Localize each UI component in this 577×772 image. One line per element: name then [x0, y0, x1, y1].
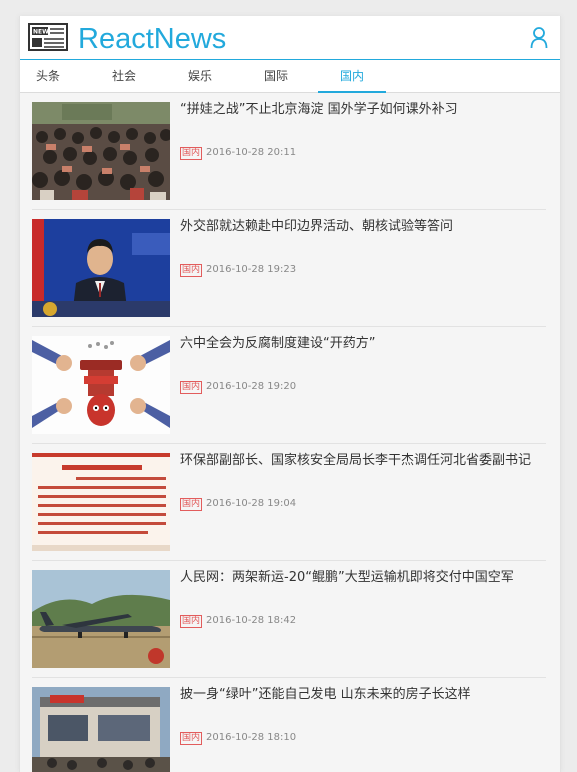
news-title[interactable]: 人民网：两架新运-20“鲲鹏”大型运输机即将交付中国空军 — [180, 569, 546, 586]
user-icon[interactable] — [530, 27, 548, 49]
news-title[interactable]: 披一身“绿叶”还能自己发电 山东未来的房子长这样 — [180, 686, 546, 703]
news-meta: 国内 2016-10-28 18:42 — [180, 615, 296, 628]
news-time: 2016-10-28 19:04 — [206, 498, 297, 509]
tab-domestic[interactable]: 国内 — [318, 60, 386, 93]
news-title[interactable]: 外交部就达赖赴中印边界活动、朝核试验等答问 — [180, 218, 546, 235]
news-thumbnail — [32, 219, 170, 317]
news-meta: 国内 2016-10-28 19:20 — [180, 381, 296, 394]
tab-international[interactable]: 国际 — [258, 60, 294, 92]
category-tabs: 头条 社会 娱乐 国际 国内 — [20, 60, 560, 93]
news-meta: 国内 2016-10-28 19:23 — [180, 264, 296, 277]
news-time: 2016-10-28 18:42 — [206, 615, 297, 626]
news-thumbnail — [32, 336, 170, 434]
news-meta: 国内 2016-10-28 20:11 — [180, 147, 296, 160]
news-meta: 国内 2016-10-28 18:10 — [180, 732, 296, 745]
header: NEWS ReactNews — [20, 16, 560, 60]
tab-entertainment[interactable]: 娱乐 — [182, 60, 218, 92]
news-time: 2016-10-28 20:11 — [206, 147, 297, 158]
category-tag: 国内 — [180, 732, 203, 745]
category-tag: 国内 — [180, 498, 203, 511]
news-time: 2016-10-28 19:20 — [206, 381, 297, 392]
news-item[interactable]: “拼娃之战”不止北京海淀 国外学子如何课外补习 国内 2016-10-28 20:… — [32, 93, 546, 210]
brand-title: ReactNews — [78, 23, 227, 55]
news-thumbnail — [32, 453, 170, 551]
news-thumbnail — [32, 102, 170, 200]
news-meta: 国内 2016-10-28 19:04 — [180, 498, 296, 511]
tab-society[interactable]: 社会 — [106, 60, 142, 92]
news-time: 2016-10-28 18:10 — [206, 732, 297, 743]
app-frame: NEWS ReactNews 头条 社会 娱乐 国际 国内 “拼娃之战”不止北京… — [19, 16, 561, 772]
news-title[interactable]: 环保部副部长、国家核安全局局长李干杰调任河北省委副书记 — [180, 452, 546, 469]
news-item[interactable]: 人民网：两架新运-20“鲲鹏”大型运输机即将交付中国空军 国内 2016-10-2… — [32, 561, 546, 678]
news-title[interactable]: “拼娃之战”不止北京海淀 国外学子如何课外补习 — [180, 101, 546, 118]
category-tag: 国内 — [180, 264, 203, 277]
category-tag: 国内 — [180, 381, 203, 394]
news-item[interactable]: 外交部就达赖赴中印边界活动、朝核试验等答问 国内 2016-10-28 19:23 — [32, 210, 546, 327]
news-list: “拼娃之战”不止北京海淀 国外学子如何课外补习 国内 2016-10-28 20:… — [32, 93, 546, 772]
news-item[interactable]: 六中全会为反腐制度建设“开药方” 国内 2016-10-28 19:20 — [32, 327, 546, 444]
news-thumbnail — [32, 570, 170, 668]
category-tag: 国内 — [180, 147, 203, 160]
news-title[interactable]: 六中全会为反腐制度建设“开药方” — [180, 335, 546, 352]
news-thumbnail — [32, 687, 170, 772]
newspaper-icon: NEWS — [28, 23, 68, 51]
category-tag: 国内 — [180, 615, 203, 628]
tab-headlines[interactable]: 头条 — [30, 60, 66, 92]
news-item[interactable]: 环保部副部长、国家核安全局局长李干杰调任河北省委副书记 国内 2016-10-28… — [32, 444, 546, 561]
news-time: 2016-10-28 19:23 — [206, 264, 297, 275]
news-item[interactable]: 披一身“绿叶”还能自己发电 山东未来的房子长这样 国内 2016-10-28 18… — [32, 678, 546, 772]
